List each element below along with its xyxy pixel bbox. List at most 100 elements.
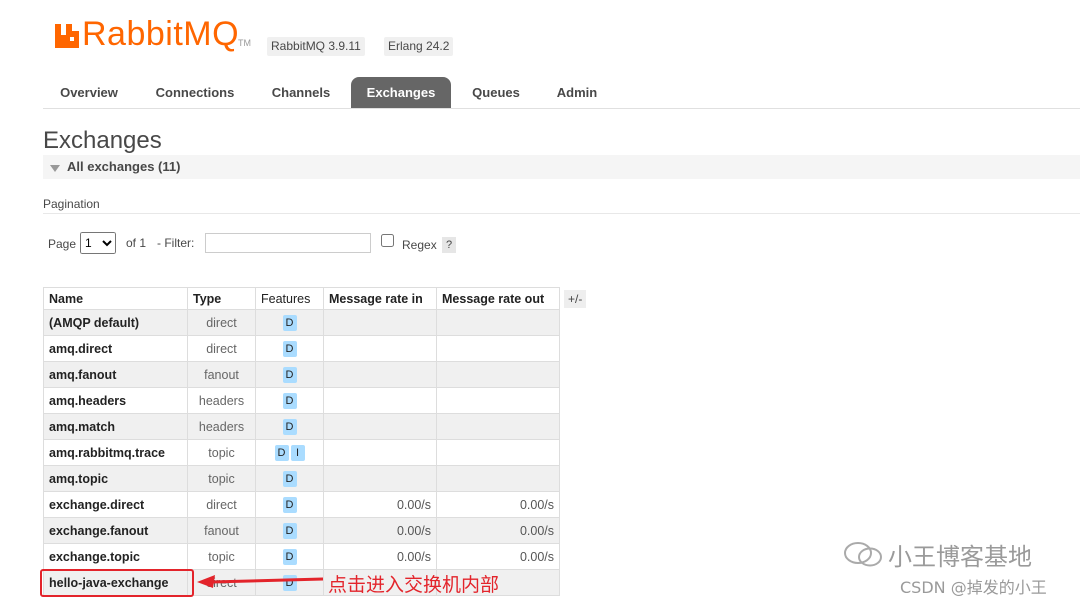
exchange-features: D	[255, 309, 324, 336]
regex-help-button[interactable]: ?	[442, 237, 456, 253]
message-rate-out	[436, 413, 560, 440]
column-header-rate-out[interactable]: Message rate out	[436, 287, 560, 310]
table-row[interactable]: amq.direct direct D	[43, 335, 560, 362]
exchange-features: D	[255, 543, 324, 570]
internal-badge: I	[290, 444, 305, 461]
exchange-type: headers	[187, 413, 256, 440]
exchange-features: D	[255, 517, 324, 544]
table-row[interactable]: amq.headers headers D	[43, 387, 560, 414]
exchange-name-link[interactable]: amq.direct	[43, 335, 188, 362]
pagination-divider	[43, 213, 1080, 214]
column-header-type[interactable]: Type	[187, 287, 256, 310]
tab-admin[interactable]: Admin	[547, 77, 607, 108]
table-row[interactable]: exchange.topic topic D 0.00/s 0.00/s	[43, 543, 560, 570]
column-header-rate-in[interactable]: Message rate in	[323, 287, 437, 310]
exchange-type: topic	[187, 439, 256, 466]
message-rate-out: 0.00/s	[436, 491, 560, 518]
exchange-features: D	[255, 335, 324, 362]
exchange-type: direct	[187, 491, 256, 518]
message-rate-in	[323, 465, 437, 492]
annotation-arrow-icon	[197, 575, 324, 588]
table-row[interactable]: amq.match headers D	[43, 413, 560, 440]
exchange-name-link[interactable]: exchange.direct	[43, 491, 188, 518]
message-rate-out	[436, 387, 560, 414]
tab-connections[interactable]: Connections	[147, 77, 243, 108]
table-row[interactable]: exchange.direct direct D 0.00/s 0.00/s	[43, 491, 560, 518]
message-rate-in	[323, 309, 437, 336]
message-rate-out	[436, 335, 560, 362]
message-rate-in	[323, 413, 437, 440]
table-header-row: Name Type Features Message rate in Messa…	[43, 287, 560, 310]
table-row[interactable]: exchange.fanout fanout D 0.00/s 0.00/s	[43, 517, 560, 544]
exchange-name-link[interactable]: exchange.fanout	[43, 517, 188, 544]
pagination-heading: Pagination	[43, 197, 100, 211]
all-exchanges-section-toggle[interactable]: All exchanges (11)	[43, 155, 1080, 179]
exchange-features: D	[255, 465, 324, 492]
exchange-name-link[interactable]: exchange.topic	[43, 543, 188, 570]
exchange-type: headers	[187, 387, 256, 414]
tab-queues[interactable]: Queues	[463, 77, 529, 108]
durable-badge: D	[282, 314, 297, 331]
wechat-watermark-icon	[844, 542, 882, 567]
message-rate-out	[436, 465, 560, 492]
page-title: Exchanges	[43, 127, 162, 154]
exchange-name-link[interactable]: amq.rabbitmq.trace	[43, 439, 188, 466]
durable-badge: D	[282, 548, 297, 565]
logo-trademark: TM	[238, 38, 251, 48]
message-rate-in	[323, 335, 437, 362]
exchange-name-link[interactable]: amq.match	[43, 413, 188, 440]
table-row[interactable]: amq.fanout fanout D	[43, 361, 560, 388]
message-rate-out	[436, 361, 560, 388]
rabbit-logo-icon	[55, 24, 79, 48]
watermark-title: 小王博客基地	[888, 543, 1032, 571]
exchange-features: DI	[255, 439, 324, 466]
column-header-name[interactable]: Name	[43, 287, 188, 310]
annotation-text: 点击进入交换机内部	[328, 574, 500, 596]
exchange-features: D	[255, 491, 324, 518]
message-rate-in: 0.00/s	[323, 491, 437, 518]
exchange-name-link[interactable]: hello-java-exchange	[43, 569, 188, 596]
page-label: Page	[48, 237, 77, 251]
exchange-name-link[interactable]: amq.headers	[43, 387, 188, 414]
exchange-name-link[interactable]: amq.fanout	[43, 361, 188, 388]
table-row[interactable]: amq.topic topic D	[43, 465, 560, 492]
tab-exchanges[interactable]: Exchanges	[351, 77, 451, 108]
durable-badge: D	[274, 444, 289, 461]
logo-text: RabbitMQ	[82, 15, 240, 53]
exchange-type: direct	[187, 335, 256, 362]
exchange-features: D	[255, 361, 324, 388]
column-header-features: Features	[255, 287, 324, 310]
rabbitmq-version-badge: RabbitMQ 3.9.11	[267, 37, 365, 56]
table-row[interactable]: (AMQP default) direct D	[43, 309, 560, 336]
watermark-subtitle: CSDN @掉发的小王	[900, 578, 1047, 597]
filter-input[interactable]	[205, 233, 371, 253]
tab-channels[interactable]: Channels	[263, 77, 339, 108]
page-select[interactable]: 1	[80, 232, 116, 254]
message-rate-in	[323, 439, 437, 466]
message-rate-in: 0.00/s	[323, 517, 437, 544]
durable-badge: D	[282, 418, 297, 435]
message-rate-out: 0.00/s	[436, 543, 560, 570]
durable-badge: D	[282, 496, 297, 513]
exchange-features: D	[255, 387, 324, 414]
table-row[interactable]: amq.rabbitmq.trace topic D I	[43, 439, 560, 466]
page-count-label: of 1	[126, 236, 147, 250]
section-title: All exchanges (11)	[67, 159, 181, 174]
exchanges-table: Name Type Features Message rate in Messa…	[43, 287, 560, 596]
exchange-type: fanout	[187, 361, 256, 388]
durable-badge: D	[282, 470, 297, 487]
exchange-type: direct	[187, 309, 256, 336]
regex-checkbox[interactable]	[381, 234, 394, 247]
exchange-type: topic	[187, 543, 256, 570]
main-nav: Overview Connections Channels Exchanges …	[43, 77, 1080, 109]
message-rate-in	[323, 361, 437, 388]
column-toggle-button[interactable]: +/-	[564, 290, 587, 308]
exchange-name-link[interactable]: (AMQP default)	[43, 309, 188, 336]
durable-badge: D	[282, 392, 297, 409]
regex-label: Regex	[402, 238, 437, 252]
exchange-name-link[interactable]: amq.topic	[43, 465, 188, 492]
tab-overview[interactable]: Overview	[43, 77, 135, 108]
durable-badge: D	[282, 340, 297, 357]
durable-badge: D	[282, 522, 297, 539]
message-rate-in: 0.00/s	[323, 543, 437, 570]
